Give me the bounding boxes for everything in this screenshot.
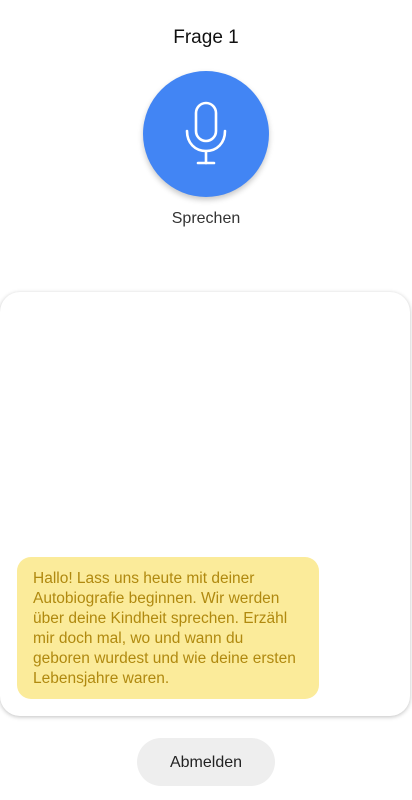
microphone-icon <box>185 101 227 165</box>
assistant-message-bubble: Hallo! Lass uns heute mit deiner Autobio… <box>17 557 319 699</box>
speak-button[interactable] <box>143 71 269 197</box>
chat-panel[interactable]: Hallo! Lass uns heute mit deiner Autobio… <box>0 292 410 716</box>
logout-button[interactable]: Abmelden <box>137 738 275 786</box>
speak-label: Sprechen <box>171 210 241 227</box>
question-title: Frage 1 <box>173 27 239 48</box>
app-screen: Frage 1 Sprechen Hallo! Lass uns heute m… <box>0 0 412 800</box>
